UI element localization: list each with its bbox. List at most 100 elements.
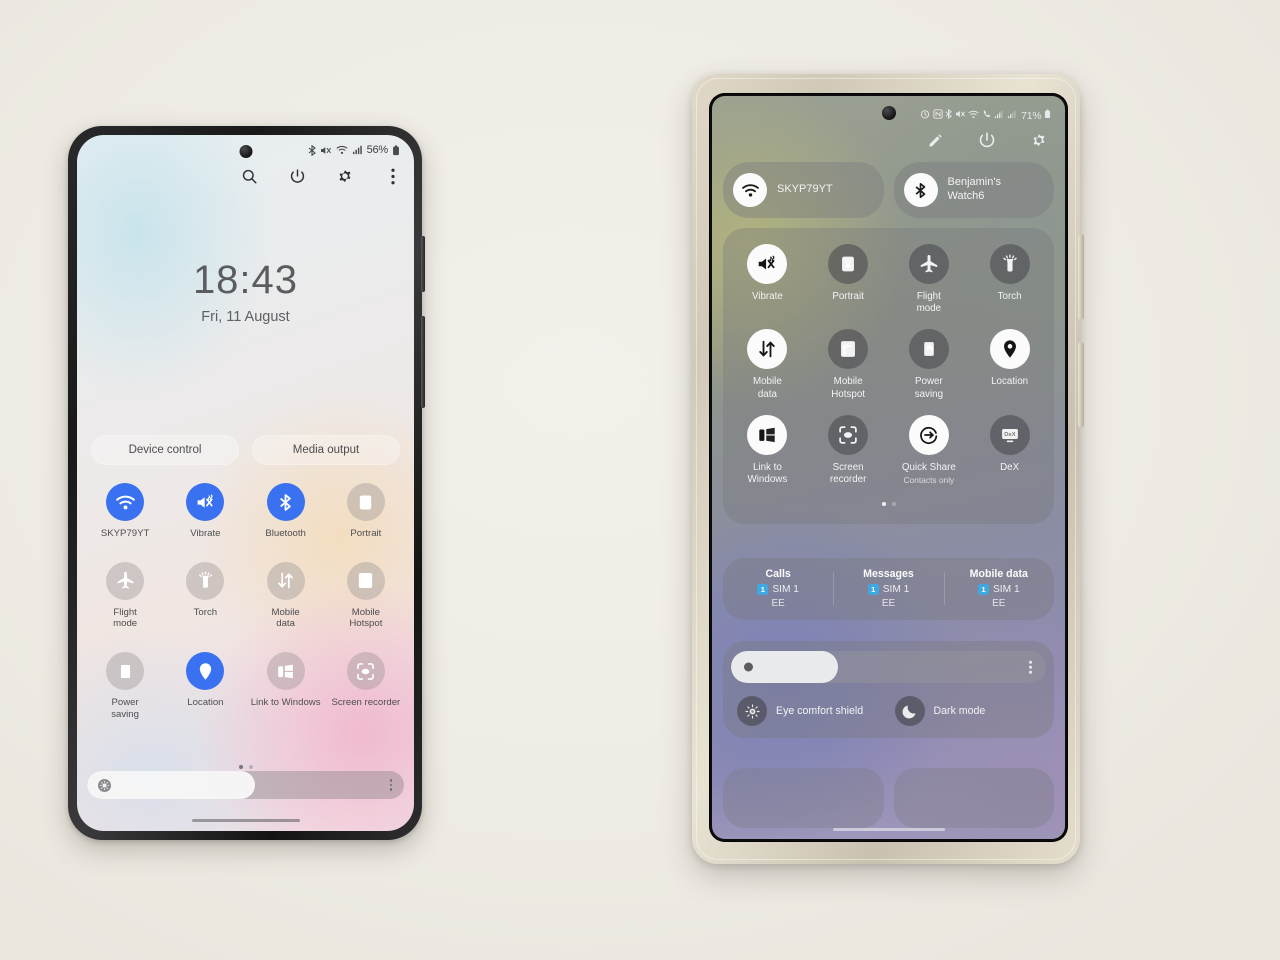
right-tile-dex[interactable]: DeX DeX <box>969 414 1050 486</box>
left-tile-mobile-data[interactable]: Mobile data <box>246 561 326 630</box>
lockscreen-clock: 18:43 Fri, 11 August <box>77 260 414 325</box>
vibrate-icon <box>955 109 966 122</box>
left-quick-settings-header <box>238 165 404 187</box>
right-tile-flight-mode[interactable]: Flight mode <box>889 244 970 315</box>
left-tile-vibrate[interactable]: Vibrate <box>165 483 245 540</box>
settings-icon[interactable] <box>1029 130 1049 150</box>
left-media-pills: Device control Media output <box>91 435 400 465</box>
left-tile-skyp79yt[interactable]: SKYP79YT <box>85 483 165 540</box>
mode-button-dark-mode[interactable]: Dark mode <box>889 696 1047 726</box>
connection-card-bluetooth[interactable]: Benjamin's Watch6 <box>893 162 1054 218</box>
right-phone-power-button[interactable] <box>1078 342 1084 428</box>
left-phone-power-button[interactable] <box>421 316 425 408</box>
left-tile-torch[interactable]: Torch <box>165 561 245 630</box>
right-tile-location[interactable]: Location <box>969 329 1050 400</box>
tile-label: DeX <box>1000 461 1020 473</box>
screen-recorder-icon <box>346 652 385 691</box>
extra-card-right[interactable] <box>893 768 1054 828</box>
connection-card-wifi[interactable]: SKYP79YT <box>723 162 884 218</box>
device-control-button[interactable]: Device control <box>91 435 239 465</box>
right-brightness-panel: Eye comfort shield Dark mode <box>723 641 1054 738</box>
left-quick-settings-grid: SKYP79YT Vibrate Bluetooth Portrait Flight m… <box>85 483 406 721</box>
right-tile-quick-share[interactable]: Quick Share Contacts only <box>889 414 970 486</box>
right-tile-vibrate[interactable]: Vibrate <box>727 244 808 315</box>
svg-text:DeX: DeX <box>1004 432 1015 438</box>
navigation-home-bar[interactable] <box>191 818 300 822</box>
left-tile-link-to-windows[interactable]: Link to Windows <box>246 652 326 720</box>
left-tile-portrait[interactable]: Portrait <box>326 483 406 540</box>
airplane-icon <box>908 244 949 284</box>
eye-comfort-icon <box>737 696 767 726</box>
left-tile-mobile-hotspot[interactable]: Mobile Hotspot <box>326 561 406 630</box>
right-phone-device: 71% SKYP79YT Benjamin's Watch6 Vibrate P… <box>692 74 1084 864</box>
left-tile-bluetooth[interactable]: Bluetooth <box>246 483 326 540</box>
bluetooth-icon <box>945 108 952 122</box>
right-connection-cards: SKYP79YT Benjamin's Watch6 <box>723 162 1054 218</box>
tile-label: Power saving <box>914 376 944 400</box>
page-dot-active[interactable] <box>238 765 243 769</box>
right-phone-volume-button[interactable] <box>1078 234 1084 320</box>
right-quick-settings-header <box>925 130 1049 150</box>
right-tile-power-saving[interactable]: Power saving <box>889 329 970 400</box>
right-phone-bezel: 71% SKYP79YT Benjamin's Watch6 Vibrate P… <box>709 93 1068 842</box>
right-tile-torch[interactable]: Torch <box>969 244 1050 315</box>
tile-label: Quick Share <box>901 461 956 473</box>
brightness-knob[interactable] <box>744 662 753 672</box>
left-phone-screen[interactable]: 56% 18:43 Fri, 11 August Device control … <box>77 135 414 831</box>
sim-column-calls[interactable]: Calls 1 SIM 1 EE <box>723 568 833 609</box>
right-tile-portrait[interactable]: Portrait <box>808 244 889 315</box>
navigation-home-bar[interactable] <box>832 827 945 831</box>
page-dot[interactable] <box>891 502 896 507</box>
flashlight-icon <box>186 561 225 600</box>
tile-label: Location <box>991 376 1029 388</box>
mode-button-eye-comfort-shield[interactable]: Eye comfort shield <box>731 696 889 726</box>
left-tile-power-saving[interactable]: Power saving <box>85 652 165 720</box>
quick-share-icon <box>908 414 949 455</box>
sim-carrier: EE <box>881 598 896 609</box>
page-dot-active[interactable] <box>881 502 886 507</box>
left-tile-flight-mode[interactable]: Flight mode <box>85 561 165 630</box>
sim-column-messages[interactable]: Messages 1 SIM 1 EE <box>833 568 943 609</box>
right-tile-mobile-hotspot[interactable]: Mobile Hotspot <box>808 329 889 400</box>
right-quick-settings-panel: Vibrate Portrait Flight mode Torch Mobile da… <box>723 228 1054 525</box>
power-icon[interactable] <box>286 165 308 187</box>
settings-icon[interactable] <box>334 165 356 187</box>
brightness-more-icon[interactable] <box>389 779 392 791</box>
power-icon[interactable] <box>977 130 997 150</box>
more-options-icon[interactable] <box>382 165 404 187</box>
sim-name: SIM 1 <box>993 584 1020 595</box>
display-mode-buttons: Eye comfort shield Dark mode <box>731 696 1046 726</box>
vibrate-icon <box>747 244 788 284</box>
mobile-data-icon <box>266 561 305 600</box>
tile-label: Mobile Hotspot <box>349 606 383 630</box>
moon-icon <box>894 696 925 726</box>
hotspot-icon <box>828 329 869 370</box>
wifi-icon <box>733 173 767 207</box>
tile-label: Portrait <box>350 528 382 539</box>
front-camera-icon <box>881 106 896 120</box>
brightness-slider[interactable] <box>87 771 404 799</box>
right-status-bar: 71% <box>920 108 1051 122</box>
right-tile-screen-recorder[interactable]: Screen recorder <box>808 414 889 486</box>
left-tile-location[interactable]: Location <box>165 652 245 720</box>
brightness-icon[interactable] <box>98 778 111 792</box>
brightness-slider[interactable] <box>731 651 1046 683</box>
right-phone-screen[interactable]: 71% SKYP79YT Benjamin's Watch6 Vibrate P… <box>712 96 1065 839</box>
media-output-button[interactable]: Media output <box>252 435 400 465</box>
left-phone-volume-button[interactable] <box>421 236 425 292</box>
tile-label: Link to Windows <box>747 461 788 486</box>
wifi-icon <box>336 145 348 155</box>
brightness-fill <box>87 771 255 799</box>
right-tile-link-to-windows[interactable]: Link to Windows <box>727 414 808 486</box>
right-tile-mobile-data[interactable]: Mobile data <box>727 329 808 400</box>
search-icon[interactable] <box>238 165 260 187</box>
connection-label: SKYP79YT <box>777 183 833 196</box>
brightness-more-icon[interactable] <box>1029 660 1032 674</box>
left-tile-screen-recorder[interactable]: Screen recorder <box>326 652 406 720</box>
flashlight-icon <box>989 244 1030 284</box>
left-status-bar: 56% <box>308 144 400 156</box>
sim-column-mobile-data[interactable]: Mobile data 1 SIM 1 EE <box>943 568 1054 609</box>
extra-card-left[interactable] <box>723 768 884 828</box>
page-dot[interactable] <box>248 765 253 769</box>
edit-pencil-icon[interactable] <box>925 130 945 150</box>
